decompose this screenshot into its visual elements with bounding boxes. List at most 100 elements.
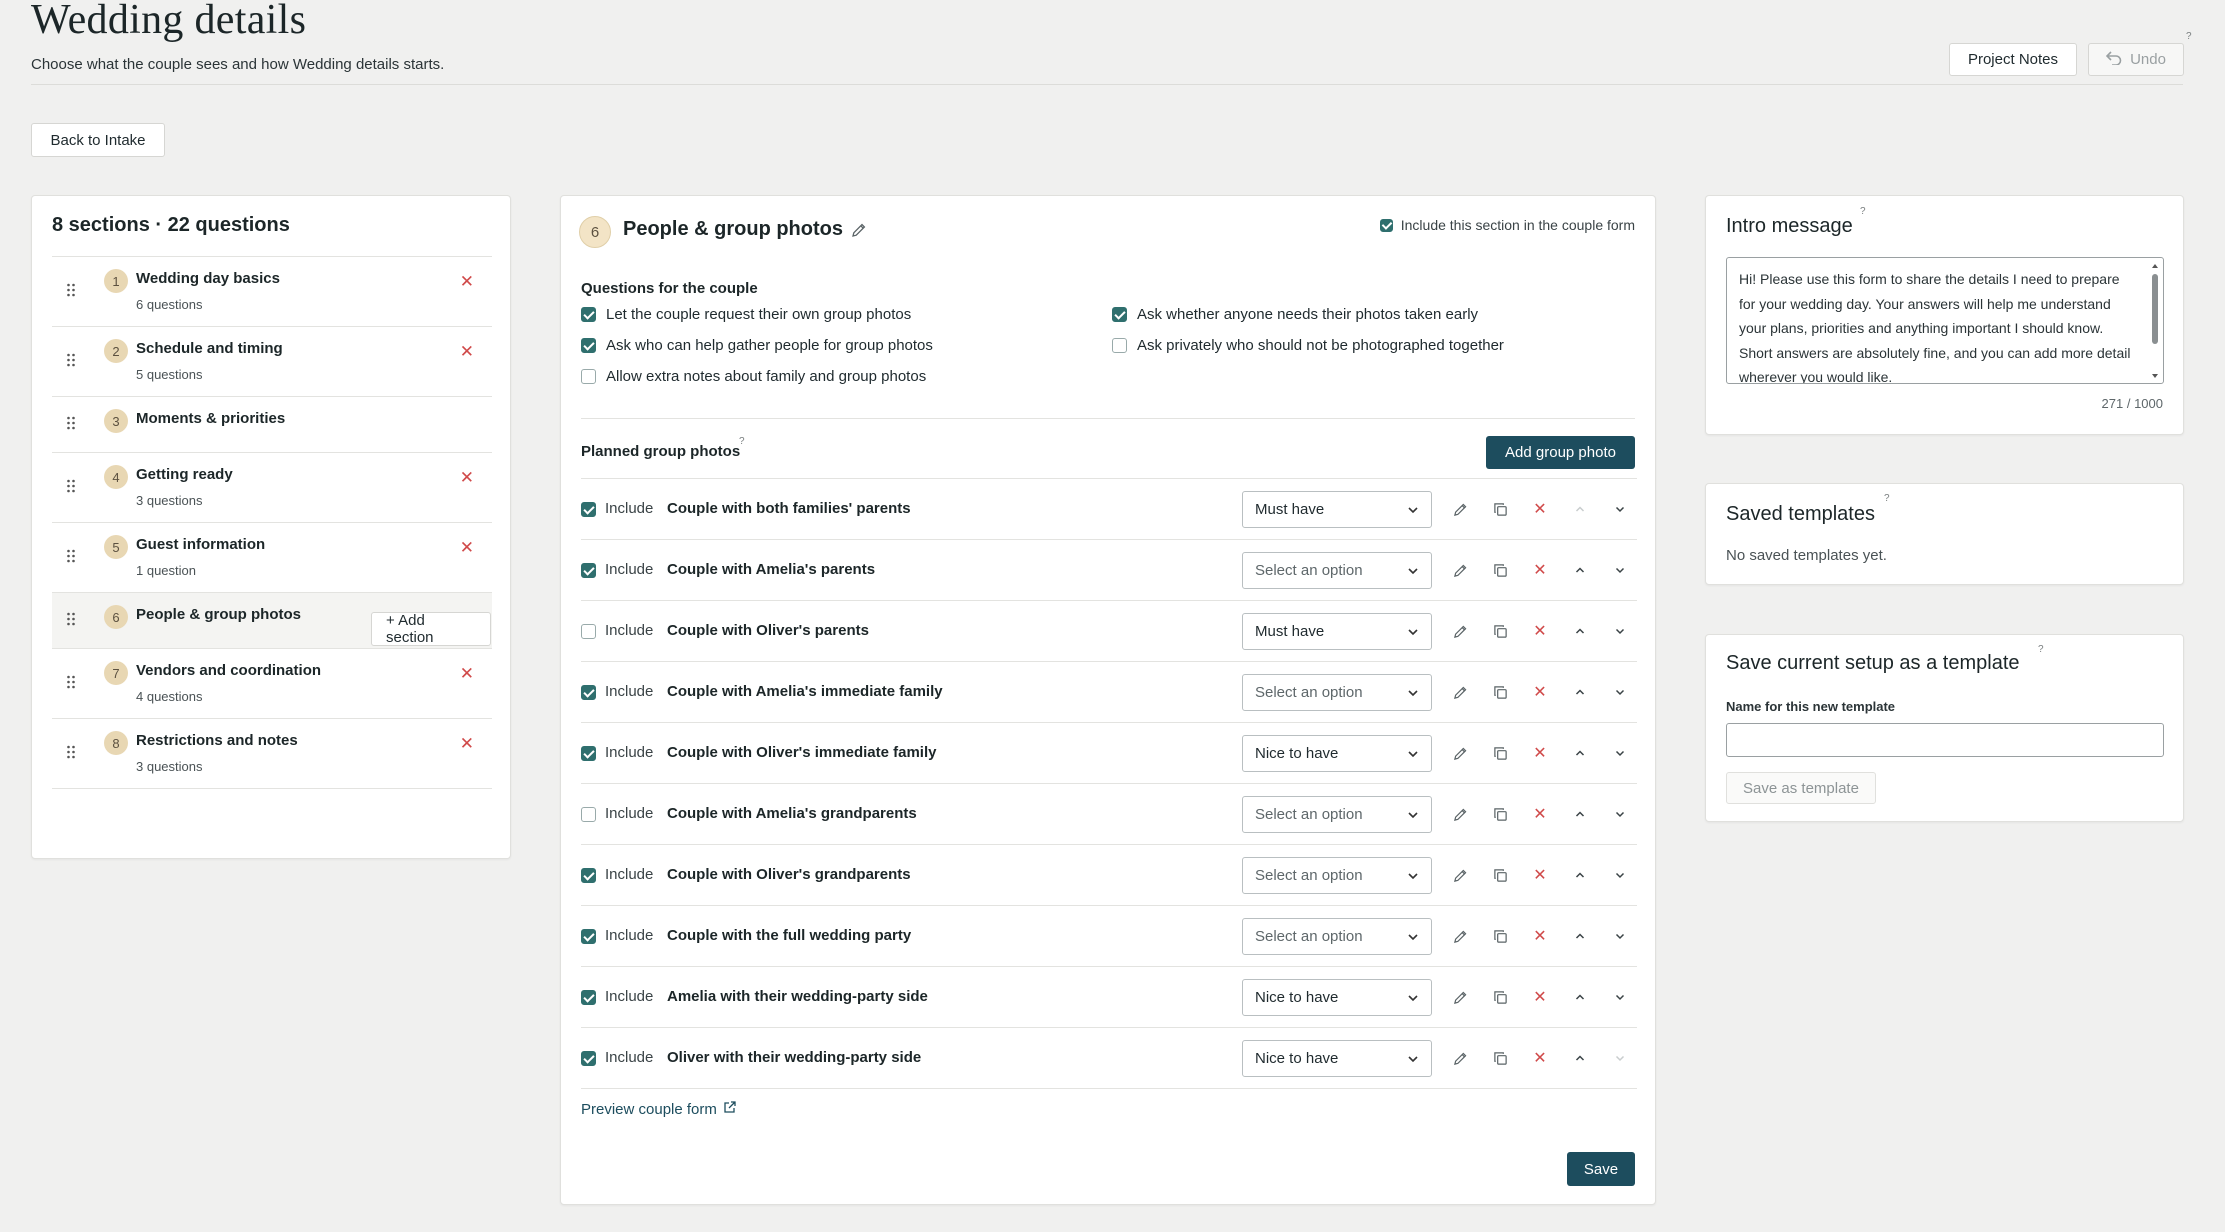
move-up-icon[interactable] [1571,683,1589,701]
priority-select[interactable]: Select an option [1242,552,1432,589]
sidebar-item-section[interactable]: 7 Vendors and coordination 4 questions ✕ [52,649,492,719]
remove-section-icon[interactable]: ✕ [460,468,474,488]
couple-question-option[interactable]: Ask who can help gather people for group… [581,337,933,354]
move-down-icon[interactable] [1611,622,1629,640]
project-notes-button[interactable]: Project Notes [1949,43,2077,76]
couple-question-option[interactable]: Ask privately who should not be photogra… [1112,337,1504,354]
drag-handle-icon[interactable] [66,548,76,564]
move-down-icon[interactable] [1611,927,1629,945]
drag-handle-icon[interactable] [66,415,76,431]
move-down-icon[interactable] [1611,988,1629,1006]
priority-select[interactable]: Nice to have [1242,979,1432,1016]
remove-photo-icon[interactable]: ✕ [1531,927,1549,945]
saved-templates-help-icon[interactable]: ? [1884,493,1890,504]
couple-question-option[interactable]: Let the couple request their own group p… [581,306,911,323]
edit-section-title-icon[interactable] [851,222,867,243]
edit-photo-icon[interactable] [1451,866,1469,884]
include-section-toggle[interactable]: Include this section in the couple form [1379,217,1635,233]
remove-section-icon[interactable]: ✕ [460,538,474,558]
priority-select[interactable]: Nice to have [1242,1040,1432,1077]
include-section-checkbox[interactable] [1379,218,1393,232]
move-down-icon[interactable] [1611,805,1629,823]
save-button[interactable]: Save [1567,1152,1635,1186]
remove-photo-icon[interactable]: ✕ [1531,988,1549,1006]
undo-help-icon[interactable]: ? [2186,31,2192,42]
move-up-icon[interactable] [1571,1049,1589,1067]
duplicate-photo-icon[interactable] [1491,866,1509,884]
save-template-help-icon[interactable]: ? [2038,644,2044,655]
move-up-icon[interactable] [1571,744,1589,762]
include-photo-checkbox[interactable] [581,624,596,639]
edit-photo-icon[interactable] [1451,988,1469,1006]
edit-photo-icon[interactable] [1451,744,1469,762]
save-as-template-button[interactable]: Save as template [1726,772,1876,804]
remove-photo-icon[interactable]: ✕ [1531,744,1549,762]
include-photo-checkbox[interactable] [581,929,596,944]
duplicate-photo-icon[interactable] [1491,1049,1509,1067]
remove-section-icon[interactable]: ✕ [460,664,474,684]
edit-photo-icon[interactable] [1451,927,1469,945]
drag-handle-icon[interactable] [66,611,76,627]
remove-section-icon[interactable]: ✕ [460,734,474,754]
sidebar-item-section[interactable]: 8 Restrictions and notes 3 questions ✕ [52,719,492,789]
undo-button[interactable]: Undo [2088,43,2184,76]
question-checkbox[interactable] [581,369,596,384]
priority-select[interactable]: Nice to have [1242,735,1432,772]
duplicate-photo-icon[interactable] [1491,622,1509,640]
move-up-icon[interactable] [1571,927,1589,945]
sidebar-item-section[interactable]: 5 Guest information 1 question ✕ [52,523,492,593]
drag-handle-icon[interactable] [66,478,76,494]
move-up-icon[interactable] [1571,561,1589,579]
include-photo-checkbox[interactable] [581,685,596,700]
include-photo-checkbox[interactable] [581,1051,596,1066]
remove-photo-icon[interactable]: ✕ [1531,866,1549,884]
move-up-icon[interactable] [1571,988,1589,1006]
remove-section-icon[interactable]: ✕ [460,342,474,362]
move-up-icon[interactable] [1571,622,1589,640]
couple-question-option[interactable]: Ask whether anyone needs their photos ta… [1112,306,1478,323]
remove-photo-icon[interactable]: ✕ [1531,500,1549,518]
sidebar-item-section[interactable]: 2 Schedule and timing 5 questions ✕ [52,327,492,397]
priority-select[interactable]: Select an option [1242,796,1432,833]
priority-select[interactable]: Select an option [1242,918,1432,955]
edit-photo-icon[interactable] [1451,561,1469,579]
add-group-photo-button[interactable]: Add group photo [1486,436,1635,469]
move-up-icon[interactable] [1571,805,1589,823]
edit-photo-icon[interactable] [1451,500,1469,518]
priority-select[interactable]: Select an option [1242,857,1432,894]
move-down-icon[interactable] [1611,561,1629,579]
template-name-input[interactable] [1726,723,2164,757]
drag-handle-icon[interactable] [66,282,76,298]
edit-photo-icon[interactable] [1451,683,1469,701]
duplicate-photo-icon[interactable] [1491,805,1509,823]
question-checkbox[interactable] [1112,307,1127,322]
add-section-button[interactable]: + Add section [371,612,491,646]
question-checkbox[interactable] [581,307,596,322]
edit-photo-icon[interactable] [1451,805,1469,823]
include-photo-checkbox[interactable] [581,746,596,761]
move-down-icon[interactable] [1611,866,1629,884]
edit-photo-icon[interactable] [1451,1049,1469,1067]
include-photo-checkbox[interactable] [581,807,596,822]
include-photo-checkbox[interactable] [581,502,596,517]
intro-help-icon[interactable]: ? [1860,206,1866,217]
include-photo-checkbox[interactable] [581,990,596,1005]
sidebar-item-section[interactable]: 4 Getting ready 3 questions ✕ [52,453,492,523]
duplicate-photo-icon[interactable] [1491,500,1509,518]
duplicate-photo-icon[interactable] [1491,988,1509,1006]
duplicate-photo-icon[interactable] [1491,683,1509,701]
remove-photo-icon[interactable]: ✕ [1531,1049,1549,1067]
include-photo-checkbox[interactable] [581,868,596,883]
couple-question-option[interactable]: Allow extra notes about family and group… [581,368,926,385]
preview-couple-form-link[interactable]: Preview couple form [581,1101,736,1118]
duplicate-photo-icon[interactable] [1491,561,1509,579]
remove-photo-icon[interactable]: ✕ [1531,683,1549,701]
intro-scroll-thumb[interactable] [2152,274,2158,344]
move-up-icon[interactable] [1571,866,1589,884]
drag-handle-icon[interactable] [66,352,76,368]
back-to-intake-button[interactable]: Back to Intake [31,123,165,157]
priority-select[interactable]: Must have [1242,491,1432,528]
drag-handle-icon[interactable] [66,744,76,760]
priority-select[interactable]: Select an option [1242,674,1432,711]
move-down-icon[interactable] [1611,744,1629,762]
